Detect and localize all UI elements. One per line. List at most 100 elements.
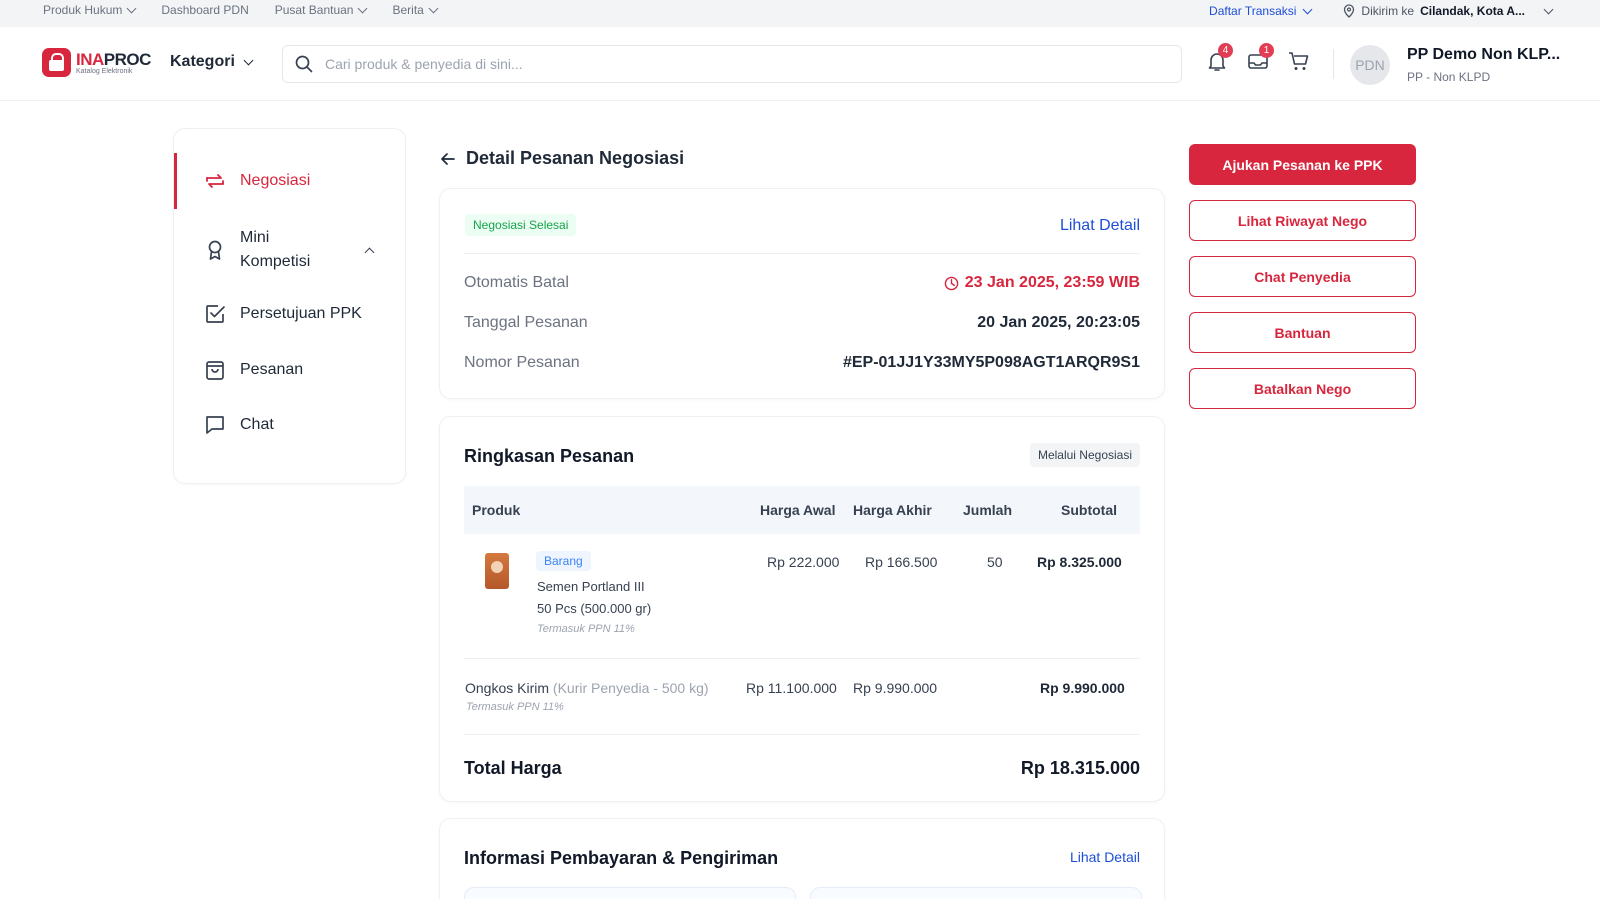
chevron-down-icon bbox=[428, 3, 439, 13]
sidebar: Negosiasi Mini Kompetisi Persetujuan PPK… bbox=[173, 128, 406, 484]
harga-awal: Rp 222.000 bbox=[767, 554, 840, 570]
notification-button[interactable]: 4 bbox=[1205, 43, 1233, 73]
header-divider bbox=[1333, 49, 1334, 79]
nav-berita[interactable]: Berita bbox=[392, 3, 439, 17]
sidebar-item-label: Mini Kompetisi bbox=[240, 229, 311, 270]
jumlah: 50 bbox=[987, 554, 1003, 570]
chevron-down-icon bbox=[243, 55, 254, 65]
dikirim-value: Cilandak, Kota A... bbox=[1420, 4, 1525, 18]
utility-nav: Produk Hukum Dashboard PDN Pusat Bantuan… bbox=[43, 3, 439, 17]
inbox-button[interactable]: 1 bbox=[1246, 43, 1274, 73]
location-pin-icon bbox=[1344, 4, 1355, 18]
column-header: Subtotal bbox=[1061, 502, 1117, 518]
chevron-down-icon bbox=[1302, 4, 1313, 14]
product-thumbnail[interactable] bbox=[485, 553, 509, 589]
order-date: 20 Jan 2025, 20:23:05 bbox=[977, 314, 1140, 331]
kategori-dropdown[interactable]: Kategori bbox=[170, 53, 254, 71]
column-header: Produk bbox=[472, 502, 521, 518]
divider bbox=[464, 658, 1140, 659]
user-role: PP - Non KLPD bbox=[1407, 70, 1491, 84]
award-ribbon-icon bbox=[208, 240, 222, 260]
main-header: INAPROC Katalog Elektronik Kategori 4 1 … bbox=[0, 27, 1600, 101]
clock-icon bbox=[944, 276, 959, 290]
sidebar-item-label: Chat bbox=[240, 416, 274, 433]
batalkan-nego-button[interactable]: Batalkan Nego bbox=[1189, 368, 1416, 409]
order-number: #EP-01JJ1Y33MY5P098AGT1ARQR9S1 bbox=[842, 354, 1140, 371]
nav-label: Dashboard PDN bbox=[161, 3, 249, 17]
logo-name-a: INA bbox=[76, 49, 104, 69]
kategori-label: Kategori bbox=[170, 53, 235, 70]
checkbox-icon bbox=[206, 305, 225, 323]
nav-label: Berita bbox=[392, 3, 424, 17]
chat-bubble-icon bbox=[206, 416, 224, 434]
sidebar-item-pesanan[interactable]: Pesanan bbox=[174, 355, 407, 385]
sidebar-item-label: Negosiasi bbox=[240, 172, 311, 189]
harga-awal: Rp 11.100.000 bbox=[746, 680, 837, 696]
search-bar[interactable] bbox=[282, 45, 1182, 83]
avatar[interactable]: PDN bbox=[1350, 45, 1390, 85]
logo-subtitle: Katalog Elektronik bbox=[76, 67, 133, 75]
nav-dashboard-pdn[interactable]: Dashboard PDN bbox=[161, 3, 248, 17]
column-header: Jumlah bbox=[963, 502, 1013, 518]
product-type-badge: Barang bbox=[536, 551, 591, 571]
subtotal: Rp 9.990.000 bbox=[1040, 680, 1125, 696]
lihat-detail-link[interactable]: Lihat Detail bbox=[1060, 217, 1140, 235]
harga-akhir: Rp 166.500 bbox=[865, 554, 938, 570]
user-profile[interactable]: PP Demo Non KLP... PP - Non KLPD bbox=[1407, 46, 1560, 84]
avatar-initials: PDN bbox=[1355, 57, 1385, 73]
info-label: Tanggal Pesanan bbox=[464, 314, 588, 331]
chevron-down-icon bbox=[1543, 4, 1554, 14]
sidebar-item-persetujuan-ppk[interactable]: Persetujuan PPK bbox=[174, 299, 407, 329]
dikirim-label: Dikirim ke bbox=[1361, 4, 1415, 18]
divider bbox=[464, 253, 1140, 254]
daftar-transaksi-dropdown[interactable]: Daftar Transaksi bbox=[1209, 4, 1313, 18]
chevron-up-icon[interactable] bbox=[364, 247, 375, 257]
order-status-card: Negosiasi Selesai Lihat Detail Otomatis … bbox=[439, 188, 1165, 399]
shipping-location-selector[interactable]: Dikirim ke Cilandak, Kota A... bbox=[1343, 4, 1554, 18]
logo-name-b: PROC bbox=[103, 49, 152, 69]
page-title: Detail Pesanan Negosiasi bbox=[466, 148, 685, 168]
subtotal: Rp 8.325.000 bbox=[1037, 554, 1122, 570]
nav-label: Pusat Bantuan bbox=[274, 3, 354, 17]
cart-button[interactable] bbox=[1287, 49, 1311, 73]
total-value: Rp 18.315.000 bbox=[1020, 758, 1140, 778]
inaproc-logo[interactable]: INAPROC Katalog Elektronik bbox=[42, 48, 151, 77]
sidebar-item-negosiasi[interactable]: Negosiasi bbox=[174, 153, 407, 209]
shipping-title: Ongkos Kirim bbox=[465, 680, 550, 696]
section-title: Informasi Pembayaran & Pengiriman bbox=[464, 848, 779, 868]
ajukan-pesanan-button[interactable]: Ajukan Pesanan ke PPK bbox=[1189, 144, 1416, 185]
harga-akhir: Rp 9.990.000 bbox=[853, 680, 938, 696]
column-header: Harga Akhir bbox=[853, 502, 932, 518]
shipping-label: Ongkos Kirim (Kurir Penyedia - 500 kg) bbox=[465, 680, 709, 696]
nav-pusat-bantuan[interactable]: Pusat Bantuan bbox=[274, 3, 368, 17]
tax-note: Termasuk PPN 11% bbox=[466, 701, 564, 713]
info-label: Otomatis Batal bbox=[464, 274, 569, 291]
notification-count-badge: 4 bbox=[1218, 43, 1233, 58]
order-summary-card: Ringkasan Pesanan Melalui Negosiasi Prod… bbox=[439, 416, 1165, 802]
total-label: Total Harga bbox=[464, 758, 562, 778]
info-label: Nomor Pesanan bbox=[464, 354, 580, 371]
shipping-detail: (Kurir Penyedia - 500 kg) bbox=[552, 680, 709, 696]
nav-produk-hukum[interactable]: Produk Hukum bbox=[43, 3, 137, 17]
auto-cancel-date: 23 Jan 2025, 23:59 WIB bbox=[964, 274, 1140, 291]
riwayat-nego-button[interactable]: Lihat Riwayat Nego bbox=[1189, 200, 1416, 241]
nav-label: Produk Hukum bbox=[43, 3, 123, 17]
top-utility-bar: Produk Hukum Dashboard PDN Pusat Bantuan… bbox=[0, 0, 1600, 27]
page-header: Detail Pesanan Negosiasi bbox=[440, 148, 684, 169]
swap-arrows-icon bbox=[206, 174, 224, 188]
search-icon bbox=[295, 55, 313, 73]
product-name[interactable]: Semen Portland III bbox=[537, 579, 645, 594]
header-icons: 4 1 bbox=[1205, 43, 1311, 73]
chat-penyedia-button[interactable]: Chat Penyedia bbox=[1189, 256, 1416, 297]
back-arrow-icon[interactable] bbox=[440, 151, 456, 167]
sidebar-item-label: Pesanan bbox=[240, 361, 304, 378]
sidebar-item-label: Persetujuan PPK bbox=[240, 305, 362, 322]
sidebar-item-chat[interactable]: Chat bbox=[174, 410, 407, 440]
daftar-transaksi-label: Daftar Transaksi bbox=[1209, 4, 1297, 18]
search-input[interactable] bbox=[325, 56, 1145, 72]
utility-right: Daftar Transaksi Dikirim ke Cilandak, Ko… bbox=[1209, 4, 1554, 18]
divider bbox=[464, 734, 1140, 735]
sidebar-item-mini-kompetisi[interactable]: Mini Kompetisi bbox=[174, 223, 407, 277]
lihat-detail-link[interactable]: Lihat Detail bbox=[1070, 849, 1140, 865]
bantuan-button[interactable]: Bantuan bbox=[1189, 312, 1416, 353]
